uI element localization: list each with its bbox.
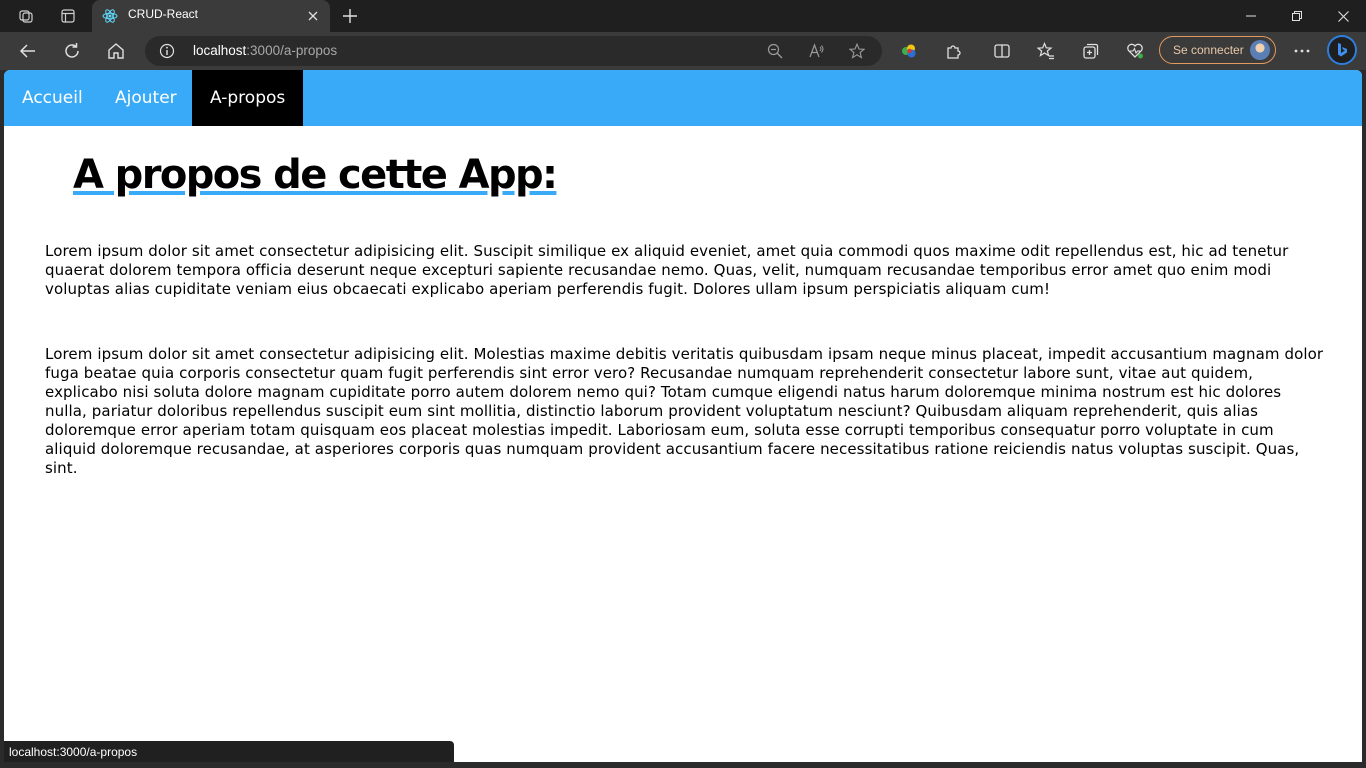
new-tab-icon[interactable] [338,4,362,28]
tab-actions-icon[interactable] [44,0,92,32]
tab-title: CRUD-React [128,7,199,21]
browser-tab-active[interactable]: CRUD-React [92,0,330,32]
paragraph-1: Lorem ipsum dolor sit amet consectetur a… [45,242,1289,298]
back-icon[interactable] [13,36,43,66]
status-url: localhost:3000/a-propos [9,745,138,759]
split-screen-icon[interactable] [991,40,1013,62]
sign-in-label: Se connecter [1173,43,1244,57]
app-navbar: Accueil Ajouter A-propos [4,70,1362,126]
site-info-icon[interactable] [159,43,175,59]
read-aloud-icon[interactable] [807,41,827,61]
browser-toolbar: localhost:3000/a-propos Se connecter [0,32,1366,70]
zoom-out-icon[interactable] [765,41,785,61]
restore-icon[interactable] [1274,0,1320,32]
page-title: A propos de cette App: [73,152,558,198]
nav-link-a-propos[interactable]: A-propos [192,70,304,126]
more-options-icon[interactable] [1291,40,1313,62]
extensions-icon[interactable] [943,40,965,62]
browser-essentials-icon[interactable] [1124,40,1146,62]
sign-in-button[interactable]: Se connecter [1159,36,1276,64]
favorites-icon[interactable] [1035,40,1057,62]
workspaces-icon[interactable] [2,0,50,32]
address-bar[interactable]: localhost:3000/a-propos [145,36,882,66]
status-bar: localhost:3000/a-propos [4,741,454,762]
browser-title-bar: CRUD-React [0,0,1366,32]
address-url: localhost:3000/a-propos [193,43,337,58]
extension-color-icon[interactable] [898,40,920,62]
address-path: :3000/a-propos [246,43,338,58]
page-viewport: Accueil Ajouter A-propos A propos de cet… [4,70,1362,762]
react-logo-icon [102,8,118,24]
copilot-icon[interactable] [1327,35,1357,65]
close-tab-icon[interactable] [304,7,322,25]
home-icon[interactable] [101,36,131,66]
refresh-icon[interactable] [57,36,87,66]
profile-avatar-icon [1250,40,1270,60]
paragraph-2: Lorem ipsum dolor sit amet consectetur a… [45,345,1324,477]
nav-link-accueil[interactable]: Accueil [4,70,101,126]
minimize-icon[interactable] [1228,0,1274,32]
nav-link-ajouter[interactable]: Ajouter [97,70,195,126]
address-host: localhost [193,43,247,58]
close-window-icon[interactable] [1320,0,1366,32]
favorite-star-icon[interactable] [847,41,867,61]
collections-icon[interactable] [1080,40,1102,62]
